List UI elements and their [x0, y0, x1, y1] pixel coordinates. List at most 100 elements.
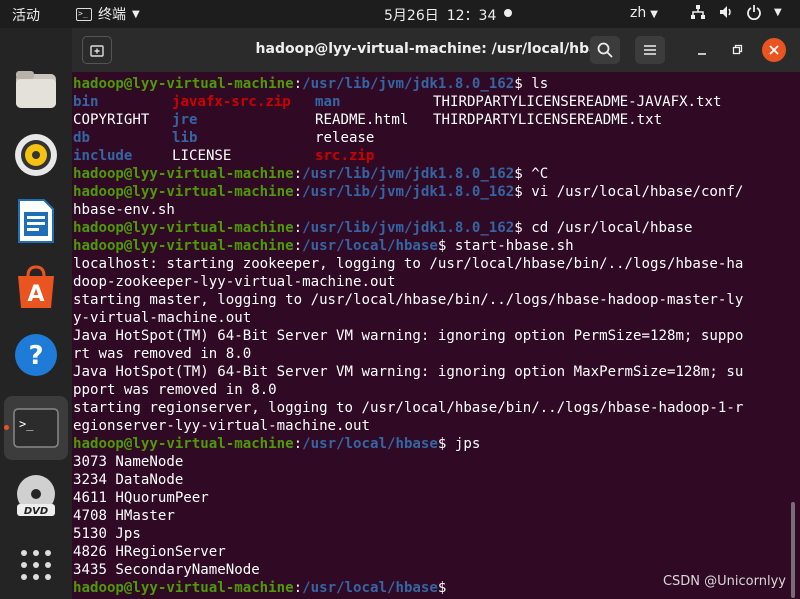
terminal-icon[interactable]: >_ — [11, 403, 61, 453]
prompt-path: /usr/lib/jvm/jdk1.8.0_162 — [302, 184, 515, 200]
jps-line: 5130 Jps — [73, 526, 141, 542]
prompt-user-host: hadoop@lyy-virtual-machine — [73, 580, 294, 596]
jps-line: 4611 HQuorumPeer — [73, 490, 209, 506]
terminal-output[interactable]: hadoop@lyy-virtual-machine:/usr/lib/jvm/… — [72, 75, 793, 597]
watermark: CSDN @Unicornlyy — [662, 574, 786, 589]
search-icon — [597, 42, 613, 58]
output-line: y-virtual-machine.out — [73, 310, 252, 326]
libreoffice-writer-icon[interactable] — [11, 196, 61, 246]
prompt-path: /usr/lib/jvm/jdk1.8.0_162 — [302, 76, 515, 92]
command: $ ^C — [514, 166, 549, 182]
prompt-user-host: hadoop@lyy-virtual-machine — [73, 184, 294, 200]
ls-entry: bin — [73, 94, 99, 110]
hamburger-icon — [644, 45, 656, 55]
terminal-window: hadoop@lyy-virtual-machine: /usr/local/h… — [72, 28, 800, 599]
terminal-line: hadoop@lyy-virtual-machine:/usr/lib/jvm/… — [73, 76, 549, 92]
ls-row: db lib release — [73, 129, 793, 147]
prompt-user-host: hadoop@lyy-virtual-machine — [73, 76, 294, 92]
input-method-menu[interactable]: zh ▼ — [630, 5, 658, 21]
close-button[interactable] — [762, 38, 786, 62]
search-button[interactable] — [590, 36, 620, 64]
jps-line: 4708 HMaster — [73, 508, 175, 524]
prompt-path: /usr/lib/jvm/jdk1.8.0_162 — [302, 220, 515, 236]
terminal-line: hadoop@lyy-virtual-machine:/usr/local/hb… — [73, 238, 574, 254]
app-menu[interactable]: >_ 终端 ▼ — [76, 4, 140, 24]
ls-entry: COPYRIGHT — [73, 112, 150, 128]
terminal-line: hadoop@lyy-virtual-machine:/usr/lib/jvm/… — [73, 220, 693, 236]
ls-entry: THIRDPARTYLICENSEREADME.txt — [433, 112, 663, 128]
prompt-user-host: hadoop@lyy-virtual-machine — [73, 436, 294, 452]
jps-line: 3073 NameNode — [73, 454, 184, 470]
prompt-path: /usr/local/hbase — [302, 580, 438, 596]
svg-text:DVD: DVD — [24, 506, 48, 517]
command: $ ls — [514, 76, 549, 92]
dock: A ? >_ DVD — [0, 28, 72, 599]
rhythmbox-icon[interactable] — [11, 130, 61, 180]
scrollbar[interactable] — [791, 502, 795, 598]
maximize-button[interactable] — [722, 36, 752, 64]
terminal-line: hbase-env.sh — [73, 202, 175, 218]
chevron-down-icon: ▼ — [650, 9, 658, 20]
ls-entry: db — [73, 130, 90, 146]
ls-entry: release — [315, 130, 375, 146]
network-icon — [691, 5, 705, 19]
ls-entry: src.zip — [315, 148, 375, 164]
restore-icon — [732, 44, 743, 55]
minimize-button[interactable] — [687, 36, 717, 64]
terminal-app-icon: >_ — [76, 7, 92, 21]
prompt-path: /usr/local/hbase — [302, 238, 438, 254]
ls-entry: LICENSE — [172, 148, 232, 164]
title-bar[interactable]: hadoop@lyy-virtual-machine: /usr/local/h… — [72, 28, 800, 72]
ls-row: bin javafx-src.zip man THIRDPARTYLICENSEREA… — [73, 93, 793, 111]
prompt-user-host: hadoop@lyy-virtual-machine — [73, 238, 294, 254]
jps-line: 4826 HRegionServer — [73, 544, 226, 560]
chevron-down-icon: ▼ — [774, 6, 782, 18]
volume-icon — [720, 6, 731, 18]
prompt-user-host: hadoop@lyy-virtual-machine — [73, 220, 294, 236]
output-line: starting regionserver, logging to /usr/l… — [73, 400, 744, 416]
power-icon — [747, 5, 761, 20]
system-tray[interactable]: ▼ — [690, 4, 782, 20]
help-icon[interactable]: ? — [11, 330, 61, 380]
files-icon[interactable] — [11, 64, 61, 114]
output-line: doop-zookeeper-lyy-virtual-machine.out — [73, 274, 396, 290]
ls-entry: jre — [172, 112, 198, 128]
prompt-path: /usr/local/hbase — [302, 436, 438, 452]
top-panel: 活动 >_ 终端 ▼ 5月26日 12：34 zh ▼ ▼ — [0, 0, 800, 28]
terminal-line: hadoop@lyy-virtual-machine:/usr/lib/jvm/… — [73, 184, 744, 200]
time: 12：34 — [446, 8, 497, 24]
jps-line: 3234 DataNode — [73, 472, 184, 488]
command: $ start-hbase.sh — [437, 238, 574, 254]
running-indicator — [4, 425, 9, 430]
ls-entry: include — [73, 148, 133, 164]
show-apps-icon[interactable] — [11, 540, 61, 590]
output-line: Java HotSpot(TM) 64-Bit Server VM warnin… — [73, 364, 744, 380]
svg-text:A: A — [27, 282, 44, 307]
menu-button[interactable] — [635, 36, 665, 64]
dvd-icon[interactable]: DVD — [11, 472, 61, 522]
chevron-down-icon: ▼ — [132, 8, 140, 20]
clock[interactable]: 5月26日 12：34 — [384, 5, 496, 25]
output-line: egionserver-lyy-virtual-machine.out — [73, 418, 370, 434]
ls-entry: README.html — [315, 112, 409, 128]
input-lang: zh — [630, 5, 647, 21]
ls-row: include LICENSE src.zip — [73, 147, 793, 165]
ls-entry: man — [315, 94, 341, 110]
close-icon — [769, 45, 779, 55]
terminal-line: hadoop@lyy-virtual-machine:/usr/local/hb… — [73, 436, 481, 452]
app-name: 终端 — [98, 7, 126, 23]
ls-entry: lib — [172, 130, 198, 146]
minimize-icon — [698, 53, 706, 55]
date: 5月26日 — [384, 8, 439, 24]
terminal-line: hadoop@lyy-virtual-machine:/usr/lib/jvm/… — [73, 166, 549, 182]
command: $ vi /usr/local/hbase/conf/ — [514, 184, 744, 200]
ubuntu-software-icon[interactable]: A — [11, 262, 61, 312]
ls-entry: THIRDPARTYLICENSEREADME-JAVAFX.txt — [433, 94, 722, 110]
svg-text:?: ? — [28, 341, 43, 371]
svg-text:>_: >_ — [19, 417, 34, 431]
notification-dot-icon — [504, 9, 512, 17]
activities-button[interactable]: 活动 — [12, 5, 40, 25]
output-line: pport was removed in 8.0 — [73, 382, 277, 398]
ls-entry: javafx-src.zip — [172, 94, 291, 110]
output-line: starting master, logging to /usr/local/h… — [73, 292, 744, 308]
